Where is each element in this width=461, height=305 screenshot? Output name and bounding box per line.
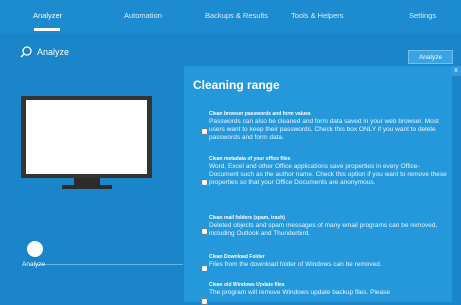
tab-settings[interactable]: Settings: [409, 0, 436, 20]
checkbox-office-metadata[interactable]: [201, 179, 208, 186]
option-title: Clean old Windows Update files: [209, 282, 285, 288]
monitor-illustration: [21, 96, 152, 178]
option-title: Clean browser passwords and form values: [209, 111, 311, 117]
progress-step-dot: [27, 241, 43, 257]
option-title: Clean Download Folder: [209, 254, 265, 260]
close-icon[interactable]: x: [451, 66, 461, 76]
tab-backups-results[interactable]: Backups & Results: [205, 0, 268, 20]
search-icon: [20, 46, 32, 58]
sub-header: [0, 33, 461, 66]
scrollbar[interactable]: [452, 76, 461, 302]
option-download-folder: Clean Download Folder Files from the dow…: [197, 254, 447, 274]
option-mail-folders: Clean mail folders (spam, trash) Deleted…: [197, 215, 447, 243]
tab-tools-helpers[interactable]: Tools & Helpers: [291, 0, 344, 20]
checkbox-download-folder[interactable]: [201, 265, 208, 272]
monitor-stand: [74, 178, 100, 185]
progress-track: [35, 264, 183, 265]
tab-automation[interactable]: Automation: [124, 0, 162, 20]
option-description: Passwords can also be cleaned and form d…: [209, 118, 439, 142]
top-navigation: Analyzer Automation Backups & Results To…: [0, 0, 461, 33]
page-title: Analyze: [37, 47, 70, 57]
active-tab-indicator: [34, 28, 60, 31]
option-browser-passwords: Clean browser passwords and form values …: [197, 111, 447, 147]
monitor-base: [62, 185, 112, 189]
checkbox-browser-passwords[interactable]: [201, 128, 208, 135]
option-windows-update: Clean old Windows Update files The progr…: [197, 282, 447, 305]
option-description: Word, Excel and other Office application…: [209, 163, 447, 187]
monitor-screen: [26, 100, 147, 174]
option-title: Clean mail folders (spam, trash): [209, 215, 285, 221]
option-title: Clean metadata of your office files: [209, 156, 291, 162]
option-description: The program will remove Windows update b…: [209, 289, 391, 296]
option-office-metadata: Clean metadata of your office files Word…: [197, 156, 447, 202]
checkbox-mail-folders[interactable]: [201, 228, 208, 235]
option-description: Deleted objects and spam messages of man…: [209, 222, 438, 238]
tab-analyzer[interactable]: Analyzer: [33, 0, 62, 20]
panel-title: Cleaning range: [193, 78, 280, 92]
option-description: Files from the download folder of Window…: [209, 261, 382, 268]
analyze-button[interactable]: Analyze: [408, 50, 453, 64]
progress-step-label: Analyze: [22, 261, 46, 268]
